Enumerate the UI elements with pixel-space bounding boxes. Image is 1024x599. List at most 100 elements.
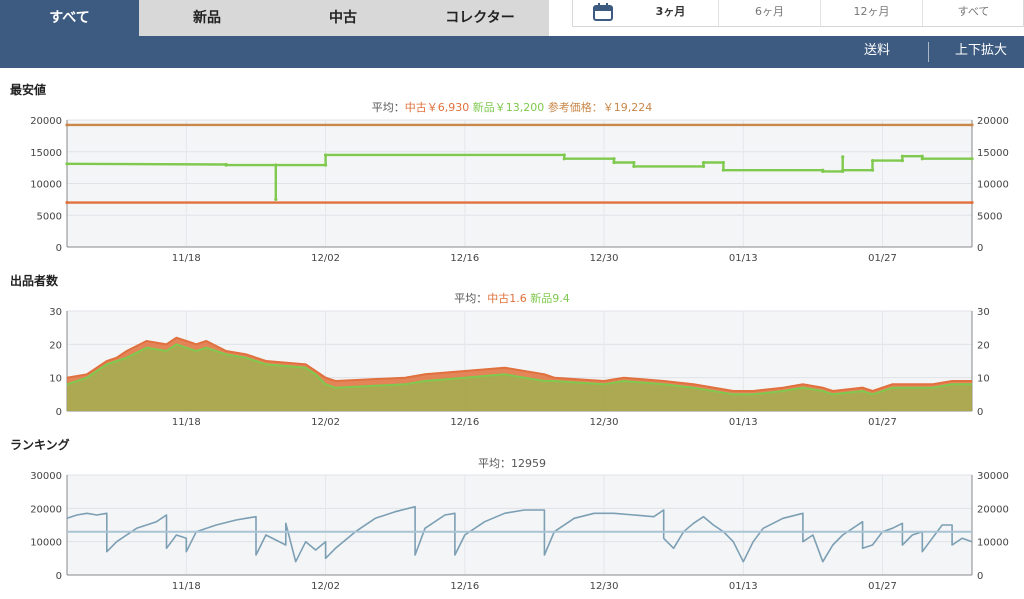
- x-tick-label: 12/30: [590, 417, 619, 428]
- x-tick-label: 01/13: [729, 253, 758, 264]
- chart-summary: 平均：中古￥6,930 新品￥13,200 参考価格：￥19,224: [372, 100, 653, 114]
- chart-summary: 平均：12959: [478, 457, 546, 470]
- y-tick-label-right: 20000: [977, 504, 1009, 515]
- calendar-icon: [593, 3, 613, 21]
- y-tick-label-left: 10: [49, 374, 62, 385]
- x-tick-label: 01/27: [868, 581, 897, 592]
- seller-count-chart: 出品者数平均：中古1.6 新品9.4 0 0 10 10 20 20 30 30 11/18 12/…: [10, 273, 990, 428]
- chart-title: ランキング: [10, 437, 70, 452]
- price-chart: 最安値平均：中古￥6,930 新品￥13,200 参考価格：￥19,224 0 0 5…: [10, 82, 1009, 264]
- series-point-new: [870, 168, 875, 172]
- y-tick-label-left: 0: [56, 407, 62, 418]
- y-tick-label-right: 0: [977, 571, 983, 582]
- charts-area: 最安値平均：中古￥6,930 新品￥13,200 参考価格：￥19,2240 05…: [10, 82, 1009, 592]
- series-point-new: [632, 164, 636, 168]
- y-tick-label-left: 5000: [37, 211, 62, 222]
- tab-new[interactable]: 新品: [139, 0, 275, 36]
- period-3-months[interactable]: 3ヶ月: [623, 0, 718, 26]
- summary-value: 平均：: [454, 292, 487, 305]
- ranking-chart: ランキング平均：12959 0 0 10000 10000 20000 20000 30000…: [10, 437, 1009, 592]
- series-point-new: [632, 160, 636, 165]
- summary-value: 参考価格：￥19,224: [544, 100, 652, 114]
- y-tick-label-right: 10: [977, 374, 990, 385]
- x-tick-label: 11/18: [172, 417, 201, 428]
- period-12-months[interactable]: 12ヶ月: [820, 0, 922, 26]
- y-tick-label-right: 10000: [977, 538, 1009, 549]
- condition-tabs: すべて 新品 中古 コレクター 3ヶ月 6ヶ月 12ヶ月 すべて: [0, 0, 1024, 36]
- series-point-new: [323, 153, 328, 157]
- x-tick-label: 01/13: [729, 581, 758, 592]
- tab-all[interactable]: すべて: [0, 0, 139, 36]
- y-tick-label-left: 15000: [30, 148, 62, 159]
- series-point-new: [821, 169, 825, 174]
- series-point-new: [841, 168, 845, 172]
- series-point-reference: [970, 123, 974, 127]
- x-tick-label: 12/16: [450, 417, 479, 428]
- chart-title: 出品者数: [10, 273, 59, 288]
- y-tick-label-left: 30000: [30, 471, 62, 482]
- y-tick-label-right: 30000: [977, 471, 1009, 482]
- y-tick-label-right: 0: [977, 407, 983, 418]
- summary-value: 12959: [511, 457, 546, 470]
- y-tick-label-right: 10000: [977, 180, 1009, 191]
- x-tick-label: 11/18: [172, 253, 201, 264]
- summary-value: 中古1.6: [487, 292, 527, 305]
- y-tick-label-left: 10000: [30, 538, 62, 549]
- summary-value: 中古￥6,930: [405, 101, 470, 114]
- period-all[interactable]: すべて: [922, 0, 1024, 26]
- series-point-new: [900, 159, 904, 163]
- toolbar-divider: [928, 42, 929, 62]
- series-point-new: [274, 163, 278, 167]
- summary-value: 平均：: [372, 101, 405, 114]
- series-point-new: [612, 157, 616, 161]
- y-tick-label-right: 20: [977, 340, 990, 351]
- chart-title: 最安値: [10, 82, 46, 97]
- period-6-months[interactable]: 6ヶ月: [718, 0, 820, 26]
- x-tick-label: 12/30: [590, 581, 619, 592]
- vertical-zoom-button[interactable]: 上下拡大: [948, 36, 1014, 68]
- series-point-new: [274, 197, 278, 201]
- x-tick-label: 01/27: [868, 253, 897, 264]
- y-tick-label-right: 0: [977, 243, 983, 254]
- series-point-new: [323, 163, 328, 167]
- series-point-new: [721, 160, 725, 165]
- y-tick-label-right: 30: [977, 307, 990, 318]
- shipping-toggle-button[interactable]: 送料: [852, 36, 902, 68]
- series-point-new: [701, 164, 706, 168]
- chart-toolbar: 送料 上下拡大: [0, 36, 1024, 68]
- plot-background: [67, 475, 972, 575]
- series-point-new: [65, 162, 69, 166]
- summary-value: 新品9.4: [527, 291, 570, 305]
- series-point-new: [841, 155, 845, 159]
- y-tick-label-right: 15000: [977, 148, 1009, 159]
- y-tick-label-left: 20: [49, 340, 62, 351]
- series-point-new: [900, 154, 904, 158]
- series-point-new: [701, 160, 706, 165]
- tab-used[interactable]: 中古: [275, 0, 411, 36]
- series-point-new: [721, 168, 725, 172]
- series-point-used: [65, 200, 69, 205]
- y-tick-label-left: 30: [49, 307, 62, 318]
- series-point-used: [970, 200, 974, 205]
- x-tick-label: 12/02: [311, 417, 340, 428]
- x-tick-label: 11/18: [172, 581, 201, 592]
- y-tick-label-left: 0: [56, 571, 62, 582]
- summary-value: 新品￥13,200: [469, 100, 544, 114]
- x-tick-label: 01/27: [868, 417, 897, 428]
- series-point-new: [970, 157, 974, 161]
- tab-collector[interactable]: コレクター: [411, 0, 549, 36]
- x-tick-label: 12/02: [311, 581, 340, 592]
- x-tick-label: 12/02: [311, 253, 340, 264]
- y-tick-label-left: 0: [56, 243, 62, 254]
- series-point-reference: [65, 123, 69, 127]
- y-tick-label-left: 20000: [30, 504, 62, 515]
- y-tick-label-right: 20000: [977, 116, 1009, 127]
- chart-summary: 平均：中古1.6 新品9.4: [454, 291, 570, 305]
- x-tick-label: 12/16: [450, 581, 479, 592]
- x-tick-label: 12/30: [590, 253, 619, 264]
- period-selector: 3ヶ月 6ヶ月 12ヶ月 すべて: [572, 0, 1024, 27]
- x-tick-label: 12/16: [450, 253, 479, 264]
- series-point-new: [612, 160, 616, 165]
- series-point-new: [920, 157, 924, 161]
- series-point-new: [870, 159, 875, 163]
